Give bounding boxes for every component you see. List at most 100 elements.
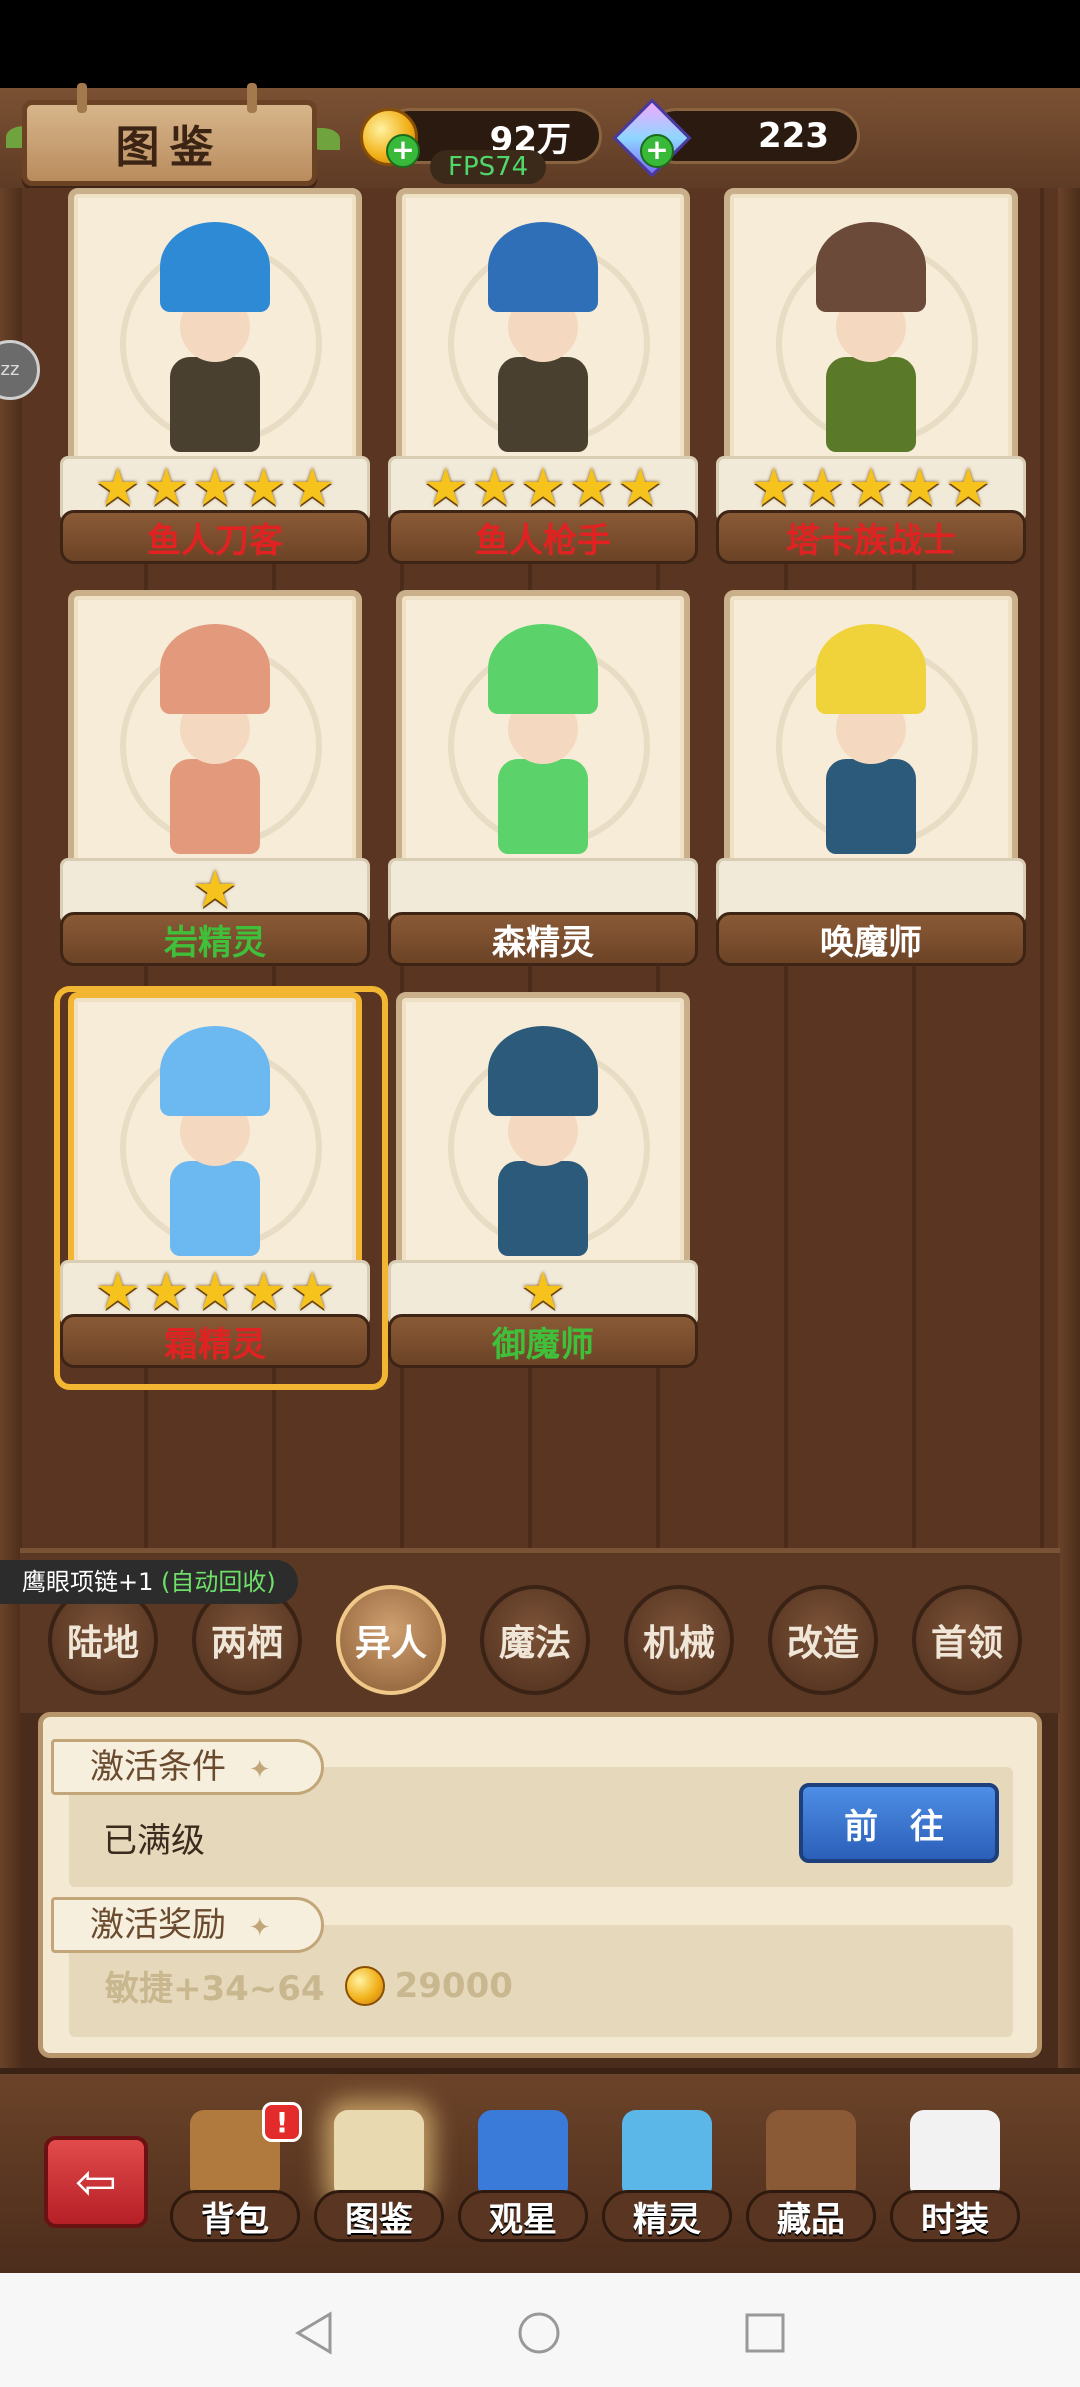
nav-label: 藏品 <box>746 2190 876 2242</box>
star-icon: ★ <box>191 860 239 920</box>
star-icon: ★ <box>616 458 664 518</box>
star-icon: ★ <box>519 458 567 518</box>
condition-status: 已满级 <box>103 1821 205 1861</box>
character-card[interactable]: ★ ★ ★ ★ ★ 塔卡族战士 <box>716 188 1026 568</box>
star-compass-icon <box>478 2110 568 2200</box>
nav-item[interactable]: ! 背包 <box>170 2102 302 2250</box>
nav-label: 时装 <box>890 2190 1020 2242</box>
sprite-body <box>170 357 260 452</box>
star-icon: ★ <box>750 458 798 518</box>
sparkle-icon: ✦ <box>248 1755 271 1785</box>
rope-decoration <box>247 83 257 113</box>
add-gold-icon[interactable]: + <box>386 134 420 168</box>
character-card[interactable]: ★ ★ ★ ★ ★ 鱼人枪手 <box>388 188 698 568</box>
home-nav-icon[interactable] <box>516 2310 562 2356</box>
star-rating <box>716 862 1026 918</box>
tab-category[interactable]: 首领 <box>912 1585 1022 1695</box>
character-card[interactable]: ★ ★ ★ ★ ★ 鱼人刀客 <box>60 188 370 568</box>
nav-label: 图鉴 <box>314 2190 444 2242</box>
character-card[interactable]: 唤魔师 <box>716 590 1026 970</box>
character-name: 岩精灵 <box>60 912 370 966</box>
star-icon: ★ <box>240 1262 287 1322</box>
character-card[interactable]: 森精灵 <box>388 590 698 970</box>
alert-badge: ! <box>262 2102 302 2142</box>
sprite-hat <box>816 624 926 714</box>
character-card[interactable]: ★ 岩精灵 <box>60 590 370 970</box>
activation-panel: 激活条件 ✦ 已满级 前 往 激活奖励 ✦ 敏捷+34~64 29000 <box>38 1712 1042 2058</box>
star-icon: ★ <box>240 458 287 518</box>
sprite-body <box>170 759 260 854</box>
left-pillar <box>0 188 22 2068</box>
recents-nav-icon[interactable] <box>742 2310 788 2356</box>
character-sprite <box>140 624 290 854</box>
sprite-hat <box>488 624 598 714</box>
fps-counter: FPS74 <box>430 150 547 184</box>
tab-category[interactable]: 机械 <box>624 1585 734 1695</box>
character-name: 森精灵 <box>388 912 698 966</box>
character-name: 唤魔师 <box>716 912 1026 966</box>
toast-note: (自动回收) <box>161 1568 276 1596</box>
nav-item[interactable]: 观星 <box>458 2110 588 2250</box>
star-icon: ★ <box>519 1262 567 1322</box>
star-icon: ★ <box>143 1262 190 1322</box>
costume-icon <box>910 2110 1000 2200</box>
star-icon: ★ <box>94 458 142 518</box>
sprite-hat <box>488 1026 598 1116</box>
sprite-body <box>170 1161 260 1256</box>
star-icon: ★ <box>422 458 470 518</box>
star-rating: ★ ★ ★ ★ ★ <box>388 460 698 516</box>
character-name: 塔卡族战士 <box>716 510 1026 564</box>
character-card[interactable]: ★ ★ ★ ★ ★ 霜精灵 <box>54 986 388 1390</box>
star-rating: ★ <box>388 1264 698 1320</box>
goto-button[interactable]: 前 往 <box>799 1783 999 1863</box>
sprite-body <box>826 357 916 452</box>
nav-label: 精灵 <box>602 2190 732 2242</box>
tab-category[interactable]: 异人 <box>336 1585 446 1695</box>
rope-decoration <box>77 83 87 113</box>
star-icon: ★ <box>568 458 615 518</box>
toast-item: 鹰眼项链+1 <box>22 1568 154 1596</box>
book-icon <box>334 2110 424 2200</box>
card-portrait-frame <box>68 992 362 1292</box>
character-name: 鱼人枪手 <box>388 510 698 564</box>
gold-coin-icon <box>344 1965 385 2006</box>
sprite-body <box>498 357 588 452</box>
spirit-icon <box>622 2110 712 2200</box>
reward-title: 激活奖励 <box>90 1905 226 1945</box>
nav-item[interactable]: 藏品 <box>746 2110 876 2250</box>
nav-item[interactable]: 精灵 <box>602 2110 732 2250</box>
page-title: 图鉴 <box>115 122 224 173</box>
treasure-chest-icon <box>766 2110 856 2200</box>
exit-button[interactable]: ⇦ <box>44 2136 148 2228</box>
card-portrait-frame <box>396 188 690 488</box>
exit-icon: ⇦ <box>75 2153 117 2211</box>
star-rating: ★ ★ ★ ★ ★ <box>60 460 370 516</box>
tab-category[interactable]: 魔法 <box>480 1585 590 1695</box>
star-rating <box>388 862 698 918</box>
card-portrait-frame <box>68 188 362 488</box>
card-portrait-frame <box>724 188 1018 488</box>
sprite-body <box>826 759 916 854</box>
star-rating: ★ <box>60 862 370 918</box>
add-gem-icon[interactable]: + <box>640 134 674 168</box>
nav-label: 背包 <box>170 2190 300 2242</box>
reward-stat: 敏捷+34~64 <box>105 1969 325 2009</box>
nav-item[interactable]: 图鉴 <box>314 2110 444 2250</box>
star-icon: ★ <box>143 458 190 518</box>
back-nav-icon[interactable] <box>292 2310 338 2356</box>
character-sprite <box>796 222 946 452</box>
star-icon: ★ <box>471 458 518 518</box>
card-portrait-frame <box>724 590 1018 890</box>
gem-amount: 223 <box>758 116 829 156</box>
right-pillar <box>1058 188 1080 2068</box>
nav-item[interactable]: 时装 <box>890 2110 1020 2250</box>
card-portrait-frame <box>396 590 690 890</box>
star-rating: ★ ★ ★ ★ ★ <box>60 1264 370 1320</box>
sprite-hat <box>816 222 926 312</box>
sprite-hat <box>488 222 598 312</box>
tab-category[interactable]: 改造 <box>768 1585 878 1695</box>
star-icon: ★ <box>288 1262 336 1322</box>
character-sprite <box>140 222 290 452</box>
character-card[interactable]: ★ 御魔师 <box>388 992 698 1372</box>
star-icon: ★ <box>944 458 992 518</box>
